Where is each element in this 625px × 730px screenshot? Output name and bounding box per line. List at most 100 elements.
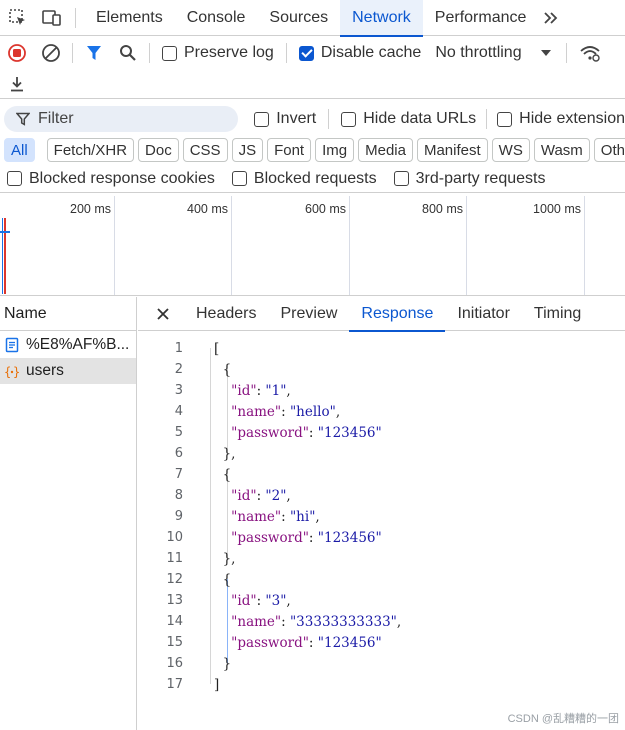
tab-network[interactable]: Network [340, 0, 423, 37]
line-number: 6 [174, 446, 183, 461]
code-text: }, [214, 550, 236, 567]
type-filter-img[interactable]: Img [315, 138, 355, 162]
code-text: { [214, 466, 232, 483]
line-number: 8 [174, 488, 183, 503]
stop-recording-icon[interactable] [4, 40, 30, 66]
checkbox-box [7, 171, 22, 186]
type-filter-fetch-xhr[interactable]: Fetch/XHR [46, 138, 135, 162]
code-line: 17] [138, 674, 625, 695]
name-column-header[interactable]: Name [0, 297, 136, 331]
throttling-dropdown-icon[interactable] [540, 45, 552, 62]
timeline-overview[interactable]: 200 ms 400 ms 600 ms 800 ms 1000 ms [0, 196, 625, 296]
close-icon[interactable] [150, 301, 176, 327]
line-number: 4 [174, 404, 183, 419]
resource-type-filters: All Fetch/XHR Doc CSS JS Font Img Media … [0, 137, 625, 163]
throttling-select[interactable]: No throttling [435, 44, 521, 62]
checkbox-box [393, 171, 409, 186]
type-filter-media[interactable]: Media [358, 138, 413, 162]
checkbox-box [162, 45, 177, 61]
type-filter-other[interactable]: Oth [593, 138, 625, 162]
load-event-marker [4, 218, 6, 294]
device-toolbar-icon[interactable] [39, 5, 65, 31]
third-party-requests-checkbox[interactable]: 3rd-party requests [393, 169, 546, 188]
disable-cache-checkbox[interactable]: Disable cache [298, 44, 422, 62]
type-filter-js[interactable]: JS [231, 138, 264, 162]
checkbox-box [497, 111, 513, 127]
timeline-tick-label: 200 ms [70, 202, 111, 216]
code-text: "name": "hi", [231, 508, 320, 525]
inspect-element-icon[interactable] [5, 5, 31, 31]
disable-cache-label: Disable cache [320, 44, 422, 61]
hide-data-urls-checkbox[interactable]: Hide data URLs [341, 110, 476, 128]
type-filter-manifest[interactable]: Manifest [416, 138, 488, 162]
tab-performance[interactable]: Performance [423, 0, 539, 36]
search-icon[interactable] [115, 40, 141, 66]
line-number: 11 [166, 551, 183, 566]
tab-initiator[interactable]: Initiator [445, 297, 521, 331]
blocked-response-cookies-checkbox[interactable]: Blocked response cookies [7, 170, 215, 188]
checkbox-box [254, 111, 270, 127]
line-number: 13 [166, 593, 183, 608]
network-conditions-icon[interactable] [577, 40, 603, 66]
tab-sources[interactable]: Sources [257, 0, 340, 36]
request-bar [0, 231, 10, 233]
checkbox-box [341, 111, 357, 127]
line-number: 16 [166, 656, 183, 671]
tab-response[interactable]: Response [349, 297, 446, 332]
code-line: 9 "name": "hi", [138, 506, 625, 527]
tab-console[interactable]: Console [175, 0, 258, 36]
code-line: 3 "id": "1", [138, 380, 625, 401]
tab-elements[interactable]: Elements [84, 0, 175, 36]
response-body[interactable]: 1[2 {3 "id": "1", 4 "name": "hello", 5 "pa… [138, 338, 625, 695]
line-number: 1 [174, 341, 183, 356]
filter-row: Filter Invert Hide data URLs Hide extens… [0, 104, 625, 134]
detail-tab-bar: Headers Preview Response Initiator Timin… [138, 297, 625, 332]
clear-icon[interactable] [38, 40, 64, 66]
type-filter-css[interactable]: CSS [182, 138, 228, 162]
preserve-log-checkbox[interactable]: Preserve log [162, 44, 274, 62]
line-number: 9 [174, 509, 183, 524]
code-text: "password": "123456" [231, 424, 382, 441]
invert-label: Invert [276, 110, 317, 127]
request-name: %E8%AF%B... [26, 336, 130, 353]
type-filter-wasm[interactable]: Wasm [533, 138, 590, 162]
third-party-label: 3rd-party requests [415, 169, 546, 187]
download-har-icon[interactable] [4, 71, 30, 97]
type-filter-doc[interactable]: Doc [138, 138, 179, 162]
timeline-gridline [584, 196, 585, 295]
type-filter-font[interactable]: Font [267, 138, 312, 162]
type-filter-all[interactable]: All [4, 138, 35, 162]
request-row-selected[interactable]: {} users [0, 358, 136, 384]
dom-content-loaded-marker [2, 218, 3, 294]
blocked-requests-label: Blocked requests [253, 169, 377, 187]
code-line: 10 "password": "123456" [138, 527, 625, 548]
line-number: 3 [174, 383, 183, 398]
xhr-braces-icon: {} [4, 365, 20, 379]
type-filter-ws[interactable]: WS [491, 138, 530, 162]
filter-funnel-icon[interactable] [81, 40, 107, 66]
svg-text:}: } [13, 365, 20, 379]
tab-headers[interactable]: Headers [184, 297, 268, 331]
request-row[interactable]: %E8%AF%B... [0, 332, 136, 358]
code-text: }, [214, 445, 236, 462]
checkbox-box-checked [298, 45, 314, 61]
blocked-cookies-label: Blocked response cookies [29, 169, 215, 187]
invert-checkbox[interactable]: Invert [254, 110, 316, 128]
tab-timing[interactable]: Timing [522, 297, 593, 331]
code-text: "id": "3", [231, 592, 291, 609]
code-text: "password": "123456" [231, 529, 382, 546]
code-line: 11 }, [138, 548, 625, 569]
code-line: 7 { [138, 464, 625, 485]
blocked-requests-checkbox[interactable]: Blocked requests [231, 169, 377, 188]
code-text: "name": "33333333333", [231, 613, 402, 630]
timeline-gridline [114, 196, 115, 295]
network-toolbar-row2 [0, 69, 625, 99]
svg-text:{: { [4, 365, 11, 379]
tab-preview[interactable]: Preview [268, 297, 349, 331]
code-text: "id": "1", [231, 382, 291, 399]
filter-input[interactable]: Filter [4, 106, 239, 132]
hide-extension-checkbox[interactable]: Hide extension [497, 110, 625, 128]
code-text: } [214, 655, 232, 672]
request-list: Name %E8%AF%B... {} users [0, 297, 137, 730]
more-tabs-chevron-icon[interactable] [538, 5, 564, 31]
